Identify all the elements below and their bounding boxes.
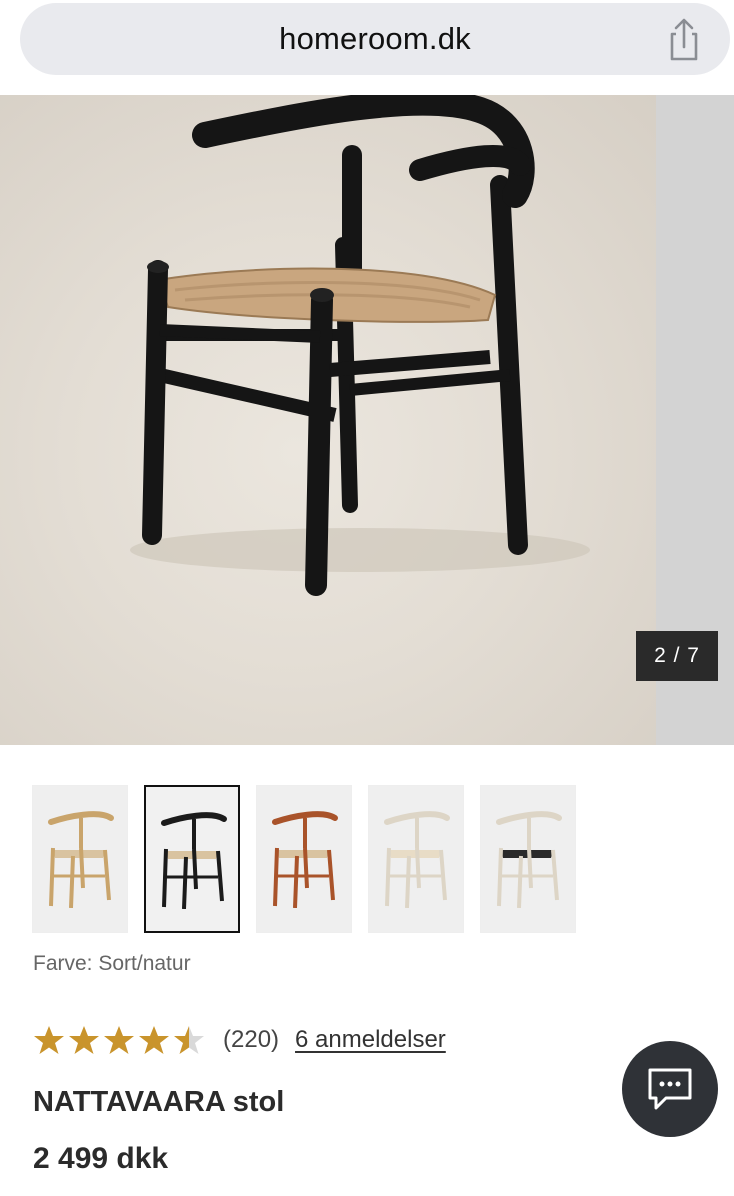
product-photo (0, 95, 656, 745)
chair-thumbnail-icon (272, 811, 338, 908)
thumbnail-kirsebaer[interactable] (256, 785, 352, 933)
share-icon[interactable] (662, 17, 706, 63)
chair-thumbnail-icon (496, 811, 562, 908)
chat-button[interactable] (622, 1041, 718, 1137)
chair-thumbnail-icon (384, 811, 450, 908)
image-counter: 2 / 7 (636, 631, 718, 681)
star-half-icon (174, 1026, 204, 1054)
product-image-carousel[interactable]: 2 / 7 (0, 95, 734, 745)
color-variant-thumbnails (32, 785, 576, 933)
star-full-icon (104, 1026, 134, 1054)
chair-thumbnail-icon (48, 811, 114, 908)
review-count: (220) (223, 1026, 280, 1053)
product-title: NATTAVAARA stol (33, 1086, 285, 1118)
rating-row: (220) 6 anmeldelser (33, 1024, 446, 1056)
address-bar[interactable]: homeroom.dk (20, 3, 730, 75)
product-price: 2 499 dkk (33, 1142, 169, 1175)
star-full-icon (139, 1026, 169, 1054)
thumbnail-hvid-sort[interactable] (480, 785, 576, 933)
chair-thumbnail-icon (161, 812, 227, 909)
selected-color-label: Farve: Sort/natur (33, 952, 191, 975)
url-text[interactable]: homeroom.dk (20, 21, 730, 57)
thumbnail-sort-natur[interactable] (144, 785, 240, 933)
chat-icon (648, 1068, 692, 1110)
thumbnail-natur[interactable] (32, 785, 128, 933)
thumbnail-hvid-natur[interactable] (368, 785, 464, 933)
star-full-icon (69, 1026, 99, 1054)
star-full-icon (34, 1026, 64, 1054)
star-rating (33, 1024, 205, 1056)
reviews-link[interactable]: 6 anmeldelser (295, 1026, 446, 1054)
